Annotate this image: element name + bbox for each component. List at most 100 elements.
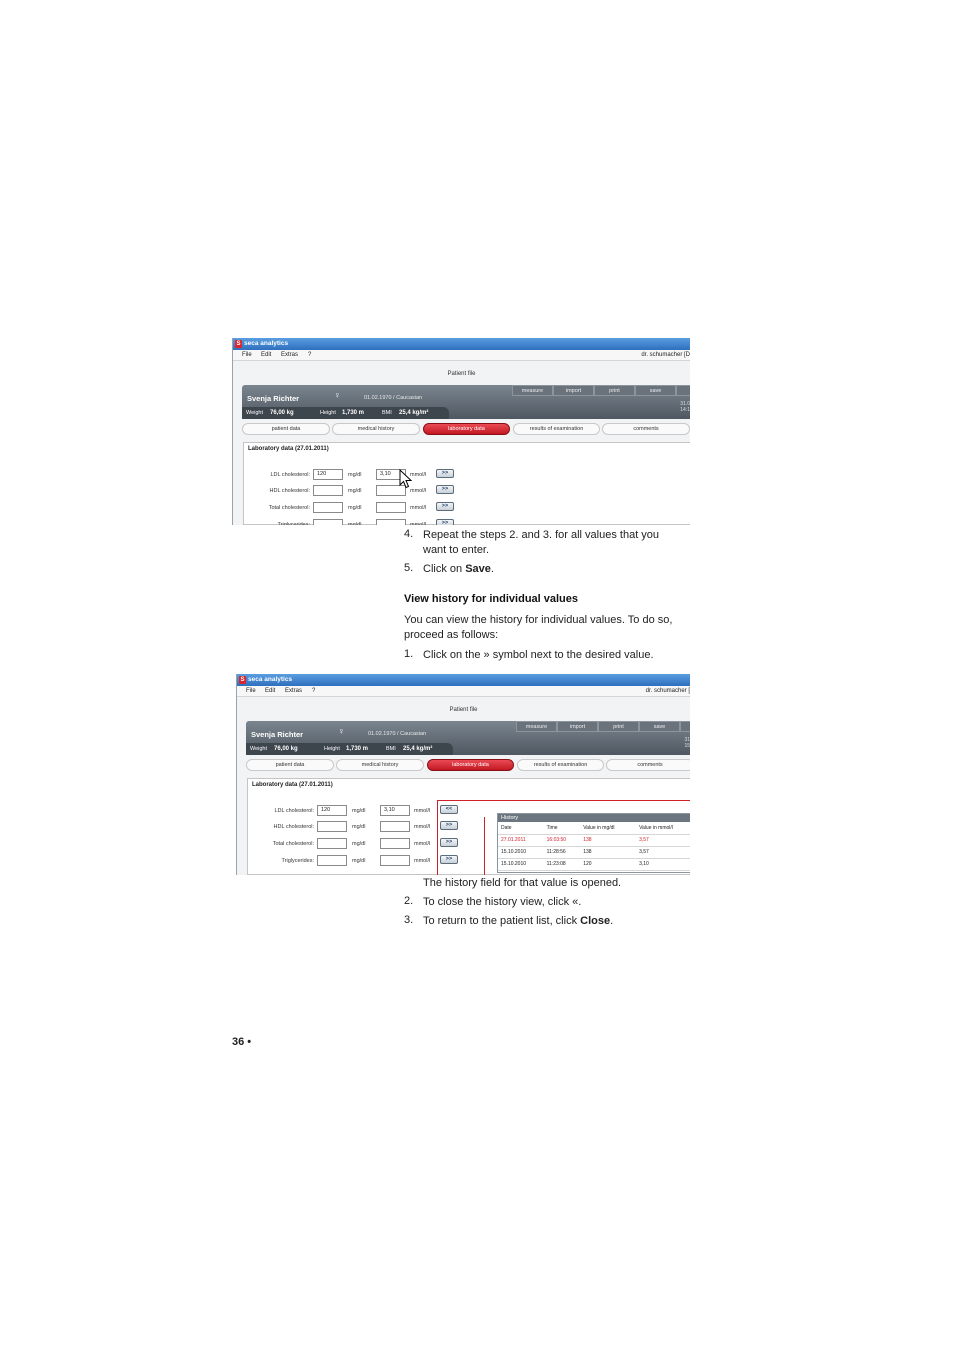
history-title: History [498, 814, 690, 822]
patient-header: measure import print save Svenja Richter… [246, 721, 690, 755]
table-row[interactable]: 15.10.2010 11:28:56 138 3,57 [498, 846, 690, 859]
step-4-text: Repeat the steps 2. and 3. for all value… [423, 529, 660, 556]
lab-label: HDL cholesterol: [273, 824, 314, 830]
lab-data-panel: Laboratory data (27.01.2011) LDL cholest… [243, 442, 690, 525]
value-mgdl-input[interactable] [313, 502, 343, 513]
value-mgdl-input[interactable]: 120 [313, 469, 343, 480]
tab-patient-data[interactable]: patient data [246, 759, 334, 771]
step-1-number: 1. [404, 648, 414, 660]
value-mmoll-input[interactable]: 3,10 [380, 805, 410, 816]
unit-mmoll: mmol/l [414, 858, 431, 864]
screenshot-lab-data: S seca analytics File Edit Extras ? dr. … [232, 338, 690, 525]
tab-medical-history[interactable]: medical history [336, 759, 424, 771]
menu-edit[interactable]: Edit [261, 350, 271, 361]
tab-medical-history[interactable]: medical history [332, 423, 420, 435]
menu-extras[interactable]: Extras [285, 686, 302, 697]
history-toggle-button[interactable]: >> [436, 519, 454, 525]
import-button[interactable]: import [553, 385, 594, 396]
tab-laboratory-data[interactable]: laboratory data [423, 423, 510, 435]
app-titlebar: S seca analytics [233, 338, 690, 350]
tab-comments[interactable]: comments [606, 759, 690, 771]
measure-button[interactable]: measure [512, 385, 553, 396]
step-1-text: Click on the » symbol next to the desire… [423, 649, 654, 661]
menu-edit[interactable]: Edit [265, 686, 275, 697]
value-mmoll-input[interactable] [376, 519, 406, 525]
table-row[interactable]: 15.10.2010 11:23:08 120 3,10 [498, 858, 690, 871]
section-heading: View history for individual values [404, 593, 579, 605]
bmi-value: 25,4 kg/m² [403, 746, 433, 752]
lab-row-ldl: LDL cholesterol: 120 mg/dl 3,10 mmol/l >> [244, 469, 484, 481]
tab-patient-data[interactable]: patient data [242, 423, 330, 435]
menu-help[interactable]: ? [308, 350, 311, 361]
history-highlight-frame-left [437, 817, 485, 875]
history-table: Date Time Value in mg/dl Value in mmol/l… [498, 822, 690, 871]
patient-dob: 01.02.1970 / Caucasian [368, 731, 427, 737]
unit-mgdl: mg/dl [348, 472, 362, 478]
mouse-cursor-icon [399, 469, 413, 489]
step-3-text: To return to the patient list, click Clo… [423, 915, 614, 927]
lab-data-panel: Laboratory data (27.01.2011) LDL cholest… [247, 778, 690, 875]
history-header-mgdl[interactable]: Value in mg/dl [580, 822, 637, 835]
value-mgdl-input[interactable] [313, 485, 343, 496]
toolbar-extra-button[interactable] [680, 721, 690, 732]
lab-row-hdl: HDL cholesterol: mg/dl mmol/l >> [244, 485, 484, 497]
tab-laboratory-data[interactable]: laboratory data [427, 759, 514, 771]
value-mmoll-input[interactable] [380, 838, 410, 849]
value-mmoll-input[interactable] [376, 502, 406, 513]
import-button[interactable]: import [557, 721, 598, 732]
unit-mmoll: mmol/l [414, 841, 431, 847]
table-row[interactable]: 27.01.2011 16:03:50 138 3,57 [498, 834, 690, 847]
height-label: Height [324, 746, 340, 752]
step-3-number: 3. [404, 914, 414, 926]
patient-name: Svenja Richter [247, 394, 300, 403]
seca-logo-icon: S [239, 676, 246, 684]
window-title: Patient file [447, 371, 476, 377]
save-button[interactable]: save [635, 385, 676, 396]
value-mgdl-input[interactable]: 120 [317, 805, 347, 816]
height-label: Height [320, 410, 336, 416]
toolbar-extra-button[interactable] [676, 385, 690, 396]
lab-label: Total cholesterol: [272, 841, 314, 847]
save-keyword: Save [465, 563, 491, 575]
lab-label: HDL cholesterol: [269, 488, 310, 494]
tab-bar: patient data medical history laboratory … [246, 759, 690, 773]
female-icon: ♀ [338, 726, 345, 736]
value-mgdl-input[interactable] [313, 519, 343, 525]
history-toggle-button[interactable]: >> [436, 502, 454, 511]
page-number: 36 • [232, 1036, 252, 1048]
menu-file[interactable]: File [242, 350, 252, 361]
print-button[interactable]: print [594, 385, 635, 396]
history-toggle-button[interactable]: >> [436, 485, 454, 494]
value-mmoll-input[interactable] [380, 821, 410, 832]
bmi-label: BMI [386, 746, 396, 752]
history-toggle-button[interactable]: >> [436, 469, 454, 478]
seca-logo-icon: S [235, 340, 242, 348]
save-button[interactable]: save [639, 721, 680, 732]
lab-label: Triglycerides: [281, 858, 315, 864]
history-header-mmoll[interactable]: Value in mmol/l [636, 822, 690, 835]
history-header-time[interactable]: Time [543, 822, 581, 835]
value-mmoll-input[interactable] [380, 855, 410, 866]
menu-file[interactable]: File [246, 686, 256, 697]
step-2-text: To close the history view, click «. [423, 896, 582, 908]
history-header-date[interactable]: Date [498, 822, 544, 835]
date-time-info: 31.0 14:1 [680, 401, 690, 413]
unit-mgdl: mg/dl [352, 824, 366, 830]
patient-dob: 01.02.1970 / Caucasian [364, 395, 423, 401]
menu-help[interactable]: ? [312, 686, 315, 697]
value-mgdl-input[interactable] [317, 838, 347, 849]
tab-results-of-examination[interactable]: results of examination [517, 759, 604, 771]
unit-mmoll: mmol/l [414, 824, 431, 830]
value-mgdl-input[interactable] [317, 821, 347, 832]
lab-row-trig: Triglycerides: mg/dl mmol/l >> [244, 519, 484, 525]
close-keyword: Close [580, 915, 611, 927]
value-mgdl-input[interactable] [317, 855, 347, 866]
tab-comments[interactable]: comments [602, 423, 690, 435]
bmi-label: BMI [382, 410, 392, 416]
tab-results-of-examination[interactable]: results of examination [513, 423, 600, 435]
lab-label: LDL cholesterol: [274, 808, 314, 814]
female-icon: ♀ [334, 390, 341, 400]
print-button[interactable]: print [598, 721, 639, 732]
measure-button[interactable]: measure [516, 721, 557, 732]
menu-extras[interactable]: Extras [281, 350, 298, 361]
